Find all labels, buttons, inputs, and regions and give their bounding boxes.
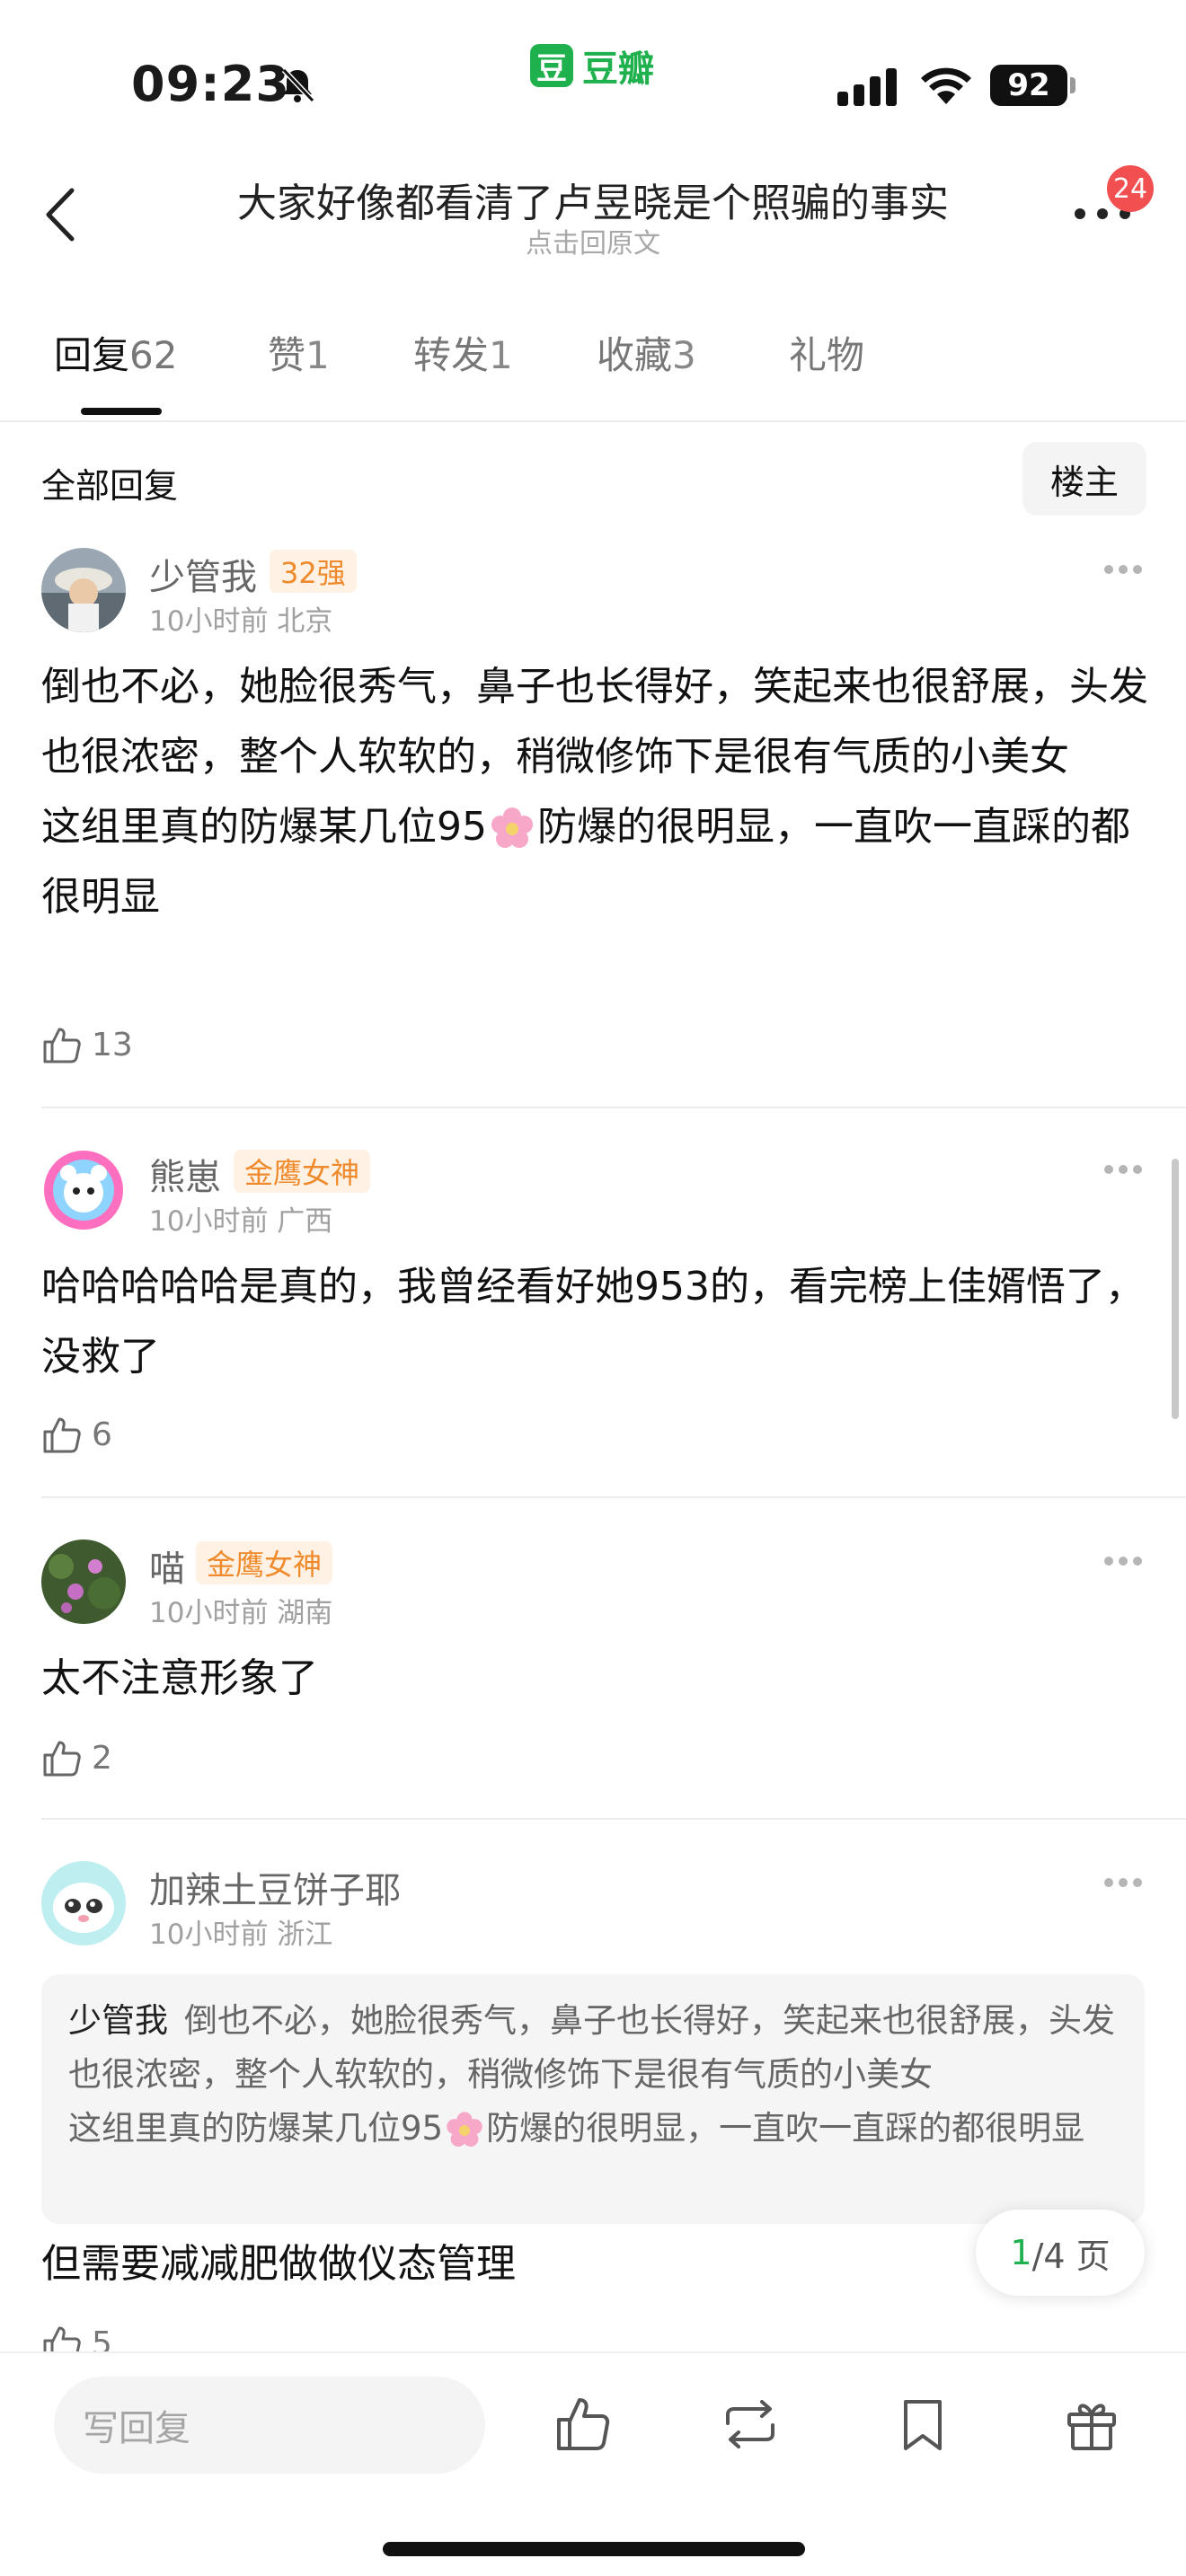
page-indicator[interactable]: 1/4 页 — [976, 2210, 1145, 2296]
quote-author: 少管我 — [68, 2001, 168, 2040]
wifi-icon — [921, 67, 971, 104]
tab-label: 礼物 — [789, 333, 865, 377]
tab-count: 62 — [129, 333, 178, 377]
reply-input[interactable]: 写回复 — [54, 2377, 485, 2474]
like-button[interactable]: 6 — [41, 1414, 112, 1455]
comment-text: 哈哈哈哈哈是真的，我曾经看好她953的，看完榜上佳婿悟了，没救了 — [41, 1264, 1145, 1380]
bottom-action-bar: 写回复 — [0, 2351, 1186, 2576]
status-time: 09:23 — [131, 56, 290, 112]
comment-meta: 10小时前 湖南 — [149, 1597, 333, 1629]
tab-count: 1 — [305, 333, 330, 377]
silent-bell-icon — [281, 67, 315, 103]
notification-count-badge: 24 — [1107, 165, 1154, 212]
like-button[interactable]: 2 — [41, 1737, 112, 1778]
topic-header: 大家好像都看清了卢昱晓是个照骗的事实 点击回原文 24 — [0, 162, 1186, 278]
quote-text: 这组里真的防爆某几位95 — [68, 2109, 444, 2148]
thumbs-up-icon — [43, 1417, 81, 1453]
comment-text: 这组里真的防爆某几位95 — [41, 804, 487, 850]
back-arrow-icon[interactable] — [38, 183, 83, 246]
tab-replies[interactable]: 回复62 — [54, 325, 177, 415]
user-rank-badge: 金鹰女神 — [234, 1150, 371, 1193]
username[interactable]: 少管我 — [149, 548, 257, 600]
comment-more-icon[interactable] — [1103, 1164, 1143, 1175]
battery-icon: 92 — [990, 65, 1076, 106]
quoted-reply[interactable]: 少管我 倒也不必，她脸很秀气，鼻子也长得好，笑起来也很舒展，头发也很浓密，整个人软… — [41, 1974, 1145, 2224]
tab-likes[interactable]: 赞1 — [268, 325, 330, 415]
back-to-original-link[interactable]: 点击回原文 — [144, 221, 1042, 260]
status-bar: 09:23 豆 豆瓣 92 — [0, 0, 1186, 162]
user-avatar[interactable] — [41, 1148, 126, 1232]
comment-divider — [41, 1107, 1186, 1108]
active-tab-indicator — [81, 408, 162, 415]
tab-count: 3 — [672, 333, 696, 377]
username[interactable]: 熊崽 — [149, 1148, 221, 1200]
tab-label: 赞 — [268, 333, 306, 377]
comment-text: 太不注意形象了 — [41, 1655, 318, 1701]
username[interactable]: 喵 — [149, 1539, 185, 1592]
scrollbar[interactable] — [1172, 1159, 1179, 1419]
all-replies-heading: 全部回复 — [41, 466, 179, 506]
tab-reposts[interactable]: 转发1 — [413, 325, 513, 415]
comment-more-icon[interactable] — [1103, 1877, 1143, 1888]
thumbs-up-icon — [43, 1028, 81, 1063]
user-avatar[interactable] — [41, 1861, 126, 1945]
comment-meta: 10小时前 广西 — [149, 1205, 333, 1238]
user-rank-badge: 32强 — [270, 550, 357, 593]
bookmark-icon[interactable] — [891, 2393, 954, 2456]
like-button[interactable]: 13 — [41, 1024, 133, 1065]
comment-body: 倒也不必，她脸很秀气，鼻子也长得好，笑起来也很舒展，头发也很浓密，整个人软软的，… — [41, 652, 1155, 932]
flower-emoji-icon — [447, 2111, 482, 2147]
comment-meta: 10小时前 浙江 — [149, 1919, 333, 1951]
total-pages: /4 页 — [1031, 2236, 1111, 2276]
tab-gifts[interactable]: 礼物 — [789, 325, 864, 415]
home-indicator[interactable] — [383, 2542, 805, 2556]
like-count: 13 — [92, 1026, 133, 1063]
repost-icon[interactable] — [719, 2393, 782, 2456]
like-count: 6 — [92, 1416, 112, 1453]
comment-text-line: 这组里真的防爆某几位95 防爆的很明显，一直吹一直踩的都很明显 — [41, 792, 1155, 932]
quote-text: 防爆的很明显，一直吹一直踩的都很明显 — [486, 2109, 1085, 2148]
gift-icon[interactable] — [1060, 2393, 1123, 2456]
user-avatar[interactable] — [41, 548, 126, 632]
comment-divider — [41, 1496, 1186, 1498]
battery-level: 92 — [990, 65, 1067, 106]
app-name: 豆瓣 — [582, 49, 654, 90]
comment-item: 熊崽 金鹰女神 10小时前 广西 哈哈哈哈哈是真的，我曾经看好她953的，看完榜… — [0, 1142, 1186, 1493]
like-icon[interactable] — [552, 2393, 615, 2456]
username[interactable]: 加辣土豆饼子耶 — [149, 1861, 401, 1913]
tab-label: 收藏 — [597, 333, 673, 377]
cellular-signal-icon — [837, 68, 897, 106]
tab-label: 转发 — [413, 333, 490, 377]
tab-label: 回复 — [54, 333, 130, 377]
topic-title[interactable]: 大家好像都看清了卢昱晓是个照骗的事实 — [144, 171, 1042, 228]
current-page: 1 — [1010, 2233, 1032, 2272]
comment-more-icon[interactable] — [1103, 564, 1143, 575]
op-only-filter-button[interactable]: 楼主 — [1022, 442, 1146, 516]
like-count: 2 — [92, 1739, 112, 1777]
comment-meta: 10小时前 北京 — [149, 605, 333, 638]
current-app-indicator: 豆 豆瓣 — [530, 40, 654, 92]
comment-item: 少管我 32强 10小时前 北京 倒也不必，她脸很秀气，鼻子也长得好，笑起来也很… — [0, 543, 1186, 1108]
tab-count: 1 — [489, 333, 513, 377]
thumbs-up-icon — [43, 1741, 81, 1777]
user-avatar[interactable] — [41, 1539, 126, 1624]
douban-logo-icon: 豆 — [530, 44, 573, 87]
comment-item: 喵 金鹰女神 10小时前 湖南 太不注意形象了 2 — [0, 1534, 1186, 1813]
flower-emoji-icon — [491, 807, 533, 848]
quote-text: 倒也不必，她脸很秀气，鼻子也长得好，笑起来也很舒展，头发也很浓密，整个人软软的，… — [68, 2001, 1115, 2094]
user-rank-badge: 金鹰女神 — [196, 1541, 333, 1584]
comment-text: 倒也不必，她脸很秀气，鼻子也长得好，笑起来也很舒展，头发也很浓密，整个人软软的，… — [41, 664, 1148, 780]
comment-divider — [41, 1818, 1186, 1820]
tab-bar: 回复62 赞1 转发1 收藏3 礼物 — [0, 325, 1186, 422]
comment-more-icon[interactable] — [1103, 1556, 1143, 1566]
tab-collections[interactable]: 收藏3 — [597, 325, 696, 415]
